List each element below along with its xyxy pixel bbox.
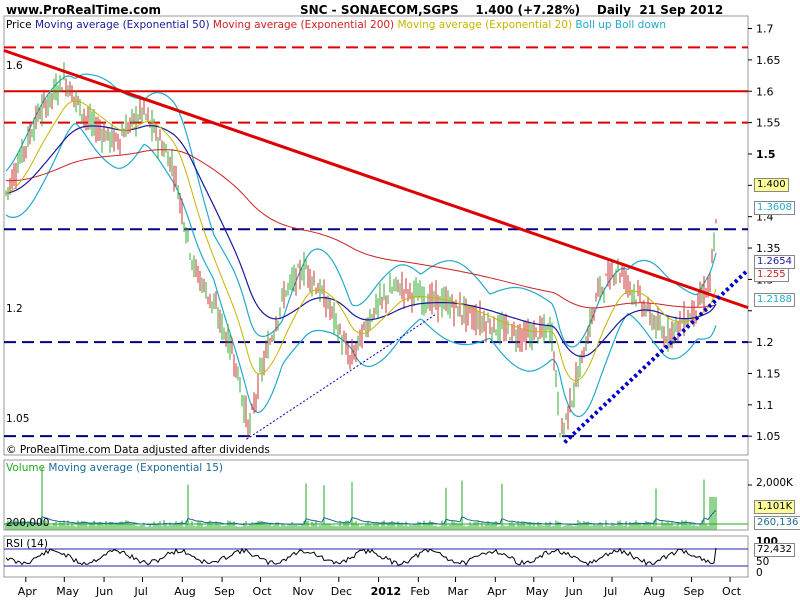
legend-ema200: Moving average (Exponential 200)	[212, 19, 395, 31]
instrument-title: SNC - SONAECOM,SGPS 1.400 (+7.28%) Daily…	[300, 3, 723, 17]
price-plot-area	[3, 15, 749, 456]
level-label-1-6: 1.6	[6, 60, 23, 72]
period: Daily	[596, 3, 631, 17]
volume-ema-tag: 260,136	[754, 516, 800, 530]
rsi-plot-area	[3, 535, 749, 578]
x-tick-label: Nov	[292, 585, 314, 598]
x-tick-label: Apr	[487, 585, 507, 598]
x-tick-label: Oct	[722, 585, 742, 598]
x-tick-label: Aug	[644, 585, 665, 598]
y-tick-label: 1.6	[756, 85, 774, 98]
x-tick-label: Jun	[565, 585, 583, 598]
volume-last-tag: 1,101K	[754, 500, 796, 514]
y-tick-label: 1.05	[756, 430, 781, 443]
boll-up-tag: 1.3608	[754, 201, 795, 215]
instrument-name: SNC - SONAECOM,SGPS	[300, 3, 459, 17]
x-tick-label: Jul	[603, 585, 617, 598]
x-tick-label: Aug	[174, 585, 195, 598]
rsi-legend: RSI (14)	[6, 538, 48, 550]
last-price-tag: 1.400	[754, 178, 789, 192]
x-tick-label: Sep	[684, 585, 705, 598]
y-tick-label: 1.5	[756, 148, 776, 161]
x-tick-label: Oct	[253, 585, 273, 598]
y-tick-label: 1.35	[756, 242, 781, 255]
y-tick-label: 1.15	[756, 367, 781, 380]
x-tick-label: Jun	[95, 585, 113, 598]
rsi-panel	[3, 535, 749, 578]
volume-legend: Volume Moving average (Exponential 15)	[6, 462, 223, 474]
price-panel: 1.051.11.151.21.31.351.41.451.51.551.61.…	[3, 15, 781, 456]
rsi-last-tag: 72,432	[754, 543, 795, 557]
x-tick-label: Jul	[134, 585, 148, 598]
x-tick-label: Apr	[18, 585, 38, 598]
x-tick-label: 2012	[371, 585, 402, 598]
x-tick-label: May	[526, 585, 549, 598]
volume-axis-label: 2,000K	[756, 477, 793, 489]
x-tick-label: Sep	[214, 585, 235, 598]
x-tick-label: May	[56, 585, 79, 598]
y-tick-label: 1.7	[756, 23, 774, 36]
boll-down-tag: 1.2188	[754, 293, 795, 307]
legend-ema20: Moving average (Exponential 20)	[397, 19, 573, 31]
y-tick-label: 1.65	[756, 54, 781, 67]
stock-chart: 1.051.11.151.21.31.351.41.451.51.551.61.…	[3, 15, 781, 598]
ema200-tag: 1.255	[754, 268, 789, 282]
legend-price: Price	[6, 19, 32, 31]
price-legend: Price Moving average (Exponential 50) Mo…	[6, 19, 666, 31]
rsi-axis-0: 0	[756, 567, 763, 579]
last-price: 1.400 (+7.28%)	[475, 3, 581, 17]
ema50-tag: 1.2654	[754, 255, 795, 269]
x-tick-label: Dec	[331, 585, 352, 598]
site-name[interactable]: www.ProRealTime.com	[6, 3, 161, 17]
level-label-1-05: 1.05	[6, 413, 30, 425]
legend-ema50: Moving average (Exponential 50)	[34, 19, 210, 31]
x-tick-label: Mar	[448, 585, 469, 598]
volume-left-label: 200,000	[6, 517, 50, 529]
legend-volume: Volume	[6, 462, 46, 474]
level-label-1-2: 1.2	[6, 303, 23, 315]
y-tick-label: 1.2	[756, 336, 774, 349]
x-axis: Apr May Jun Jul Aug Sep Oct Nov Dec 2012 Feb Mar Apr…	[18, 577, 742, 598]
legend-volume-ema15: Moving average (Exponential 15)	[48, 462, 223, 474]
y-tick-label: 1.55	[756, 117, 781, 130]
header-date: 21 Sep 2012	[639, 3, 724, 17]
x-tick-label: Feb	[410, 585, 429, 598]
price-footer: © ProRealTime.com Data adjusted after di…	[6, 444, 270, 456]
legend-bollinger: Boll up Boll down	[575, 19, 667, 31]
y-tick-label: 1.1	[756, 399, 774, 412]
